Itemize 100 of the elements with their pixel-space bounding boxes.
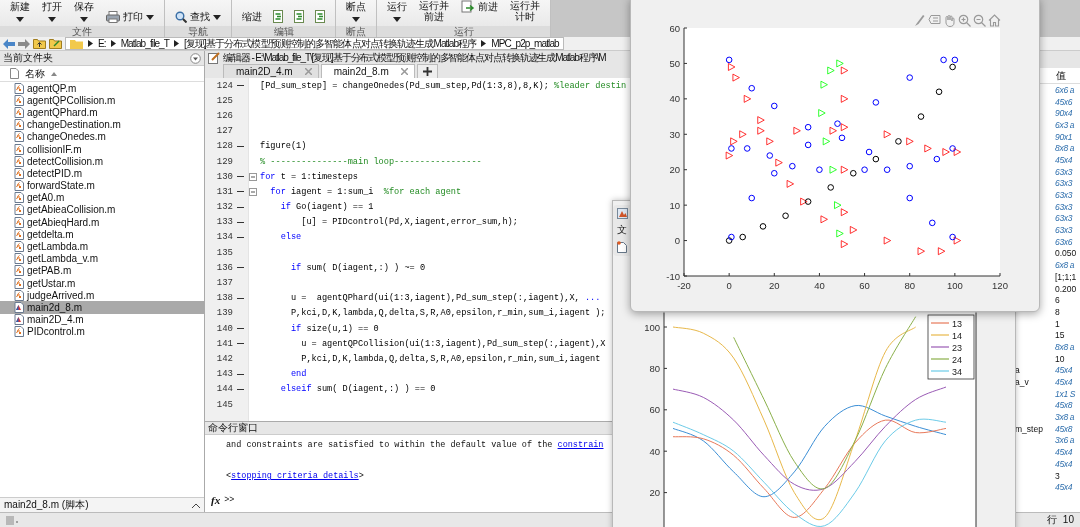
tick-label: -20: [677, 280, 691, 291]
group-label: 断点: [336, 26, 376, 37]
variable-value: 63x3: [1055, 178, 1074, 189]
variable-value: 6: [1055, 295, 1061, 306]
line-number: 126: [215, 109, 233, 123]
tick-label: 60: [649, 404, 660, 416]
variable-value: 45x4: [1055, 154, 1074, 165]
line-number: 137: [215, 277, 233, 291]
variable-value: 0.200: [1055, 283, 1078, 294]
variable-value: 1: [1055, 318, 1061, 329]
variable-value: 45x4: [1055, 458, 1074, 469]
code-line: if size(u,1) == 0: [289, 323, 379, 334]
variable-value: 45x6: [1055, 96, 1074, 107]
line-number: 125: [215, 94, 233, 108]
tick-label: 20: [669, 164, 680, 176]
file-details: main2d_8.m (脚本): [4, 498, 89, 512]
group-label: 运行: [377, 26, 550, 37]
variable-value: 63x3: [1055, 190, 1074, 201]
code-line: elseif sum( D(iagent,:) ) == 0: [279, 384, 436, 395]
line-number: 127: [215, 125, 233, 139]
panel-title: 命令行窗口: [208, 421, 258, 435]
variable-value: 8x8 a: [1055, 143, 1076, 154]
tick-label: 80: [649, 362, 660, 374]
code-line: figure(1): [259, 141, 307, 152]
panel-title: 当前文件夹: [3, 51, 53, 65]
code-line: P,kci,D,K,lambda,Q,delta,S,R,A0,epsilon,r_min,sum_i,iagent: [300, 353, 601, 364]
line-number: 128: [215, 140, 233, 154]
line-number: 130: [215, 170, 233, 184]
variable-value: 45x8: [1055, 400, 1074, 411]
line-number: 141: [215, 337, 233, 351]
tick-label: 80: [904, 280, 915, 291]
output-text: <stopping criteria details>: [226, 471, 364, 481]
legend-label: 13: [952, 318, 962, 329]
variable-value: 63x3: [1055, 201, 1074, 212]
variable-value: 6x6 a: [1055, 84, 1076, 95]
variable-value: 45x4: [1055, 482, 1074, 493]
variable-name: m_step: [1015, 423, 1043, 434]
tick-label: 30: [669, 128, 680, 140]
tick-label: 100: [644, 321, 660, 333]
tick-label: 20: [769, 280, 780, 291]
variable-name: a_v: [1015, 377, 1029, 388]
line-number: 144: [215, 383, 233, 397]
code-line: if sum( D(iagent,:) ) ~= 0: [289, 262, 426, 273]
line-number: 124: [215, 79, 233, 93]
line-number: 139: [215, 307, 233, 321]
code-line: [Pd_sum_step] = changeOnedes(Pd_sum_step,Pd(1:3,8),8,K); %leader destin: [259, 80, 627, 91]
variable-value: 15: [1055, 330, 1066, 341]
tick-label: 60: [669, 22, 680, 34]
code-line: u = agentQPhard(ui(1:3,iagent),Pd_sum_step(:,iagent),X, ...: [289, 293, 601, 304]
legend-label: 14: [952, 330, 962, 341]
variable-value: 90x4: [1055, 108, 1074, 119]
variable-value: 10: [1055, 353, 1066, 364]
variable-value: 3x8 a: [1055, 412, 1076, 423]
tick-label: 50: [669, 57, 680, 69]
line-number: 133: [215, 216, 233, 230]
output-text: and constraints are satisfied to within the default value of the constrain: [226, 440, 604, 450]
tick-label: 40: [669, 93, 680, 105]
code-line: if Go(iagent) == 1: [279, 202, 374, 213]
group-label: 文件: [0, 26, 164, 37]
line-number: 131: [215, 185, 233, 199]
variable-value: 45x8: [1055, 423, 1074, 434]
line-number: 129: [215, 155, 233, 169]
variable-value: 63x3: [1055, 225, 1074, 236]
code-line: end: [289, 369, 307, 380]
variable-value: 3: [1055, 470, 1061, 481]
line-number: 145: [215, 398, 233, 412]
line-number: 135: [215, 246, 233, 260]
variable-value: 8x8 a: [1055, 341, 1076, 352]
variable-value: 45x4: [1055, 365, 1074, 376]
tick-label: 40: [649, 445, 660, 457]
variable-value: 63x6: [1055, 236, 1074, 247]
tick-label: 0: [726, 280, 732, 291]
line-number: 140: [215, 322, 233, 336]
variable-value: 3x6 a: [1055, 435, 1076, 446]
variable-value: 90x1: [1055, 131, 1074, 142]
tick-label: 120: [992, 280, 1008, 291]
code-line: [u] = PIDcontrol(Pd,X,iagent,error_sum,h);: [300, 217, 518, 228]
tick-label: 20: [649, 487, 660, 499]
tick-label: -10: [666, 270, 680, 282]
code-line: % ---------------main loop-----------------: [259, 156, 482, 167]
group-label: 编辑: [232, 26, 335, 37]
variable-value: 8: [1055, 306, 1061, 317]
tick-label: 100: [946, 280, 963, 291]
code-line: u = agentQPCollision(ui(1:3,iagent),Pd_sum_step(:,iagent),X: [300, 338, 606, 349]
variable-value: 63x3: [1055, 213, 1074, 224]
legend-label: 34: [952, 366, 962, 377]
line-number: 143: [215, 368, 233, 382]
editor-title: 编辑器 - E:\Matlab_file_T\[复现]基于分布式模型预测控制的多智能体点对点转换轨迹生成Matlab程序\M: [223, 50, 606, 65]
variable-value: 45x4: [1055, 377, 1074, 388]
variable-value: 45x4: [1055, 447, 1074, 458]
cursor-position: 行 10: [1047, 513, 1074, 527]
code-line: P,kci,D,K,lambda,Q,delta,S,R,A0,epsilon,r_min,sum_i,iagent );: [289, 308, 606, 319]
legend-label: 24: [952, 354, 962, 365]
variable-value: 1x1 S: [1055, 388, 1077, 399]
variable-value: 6x8 a: [1055, 260, 1076, 271]
line-number: 138: [215, 292, 233, 306]
code-line: for t = 1:timesteps: [259, 171, 358, 182]
line-number: 134: [215, 231, 233, 245]
code-line: else: [279, 232, 302, 243]
variable-value: 63x3: [1055, 166, 1074, 177]
